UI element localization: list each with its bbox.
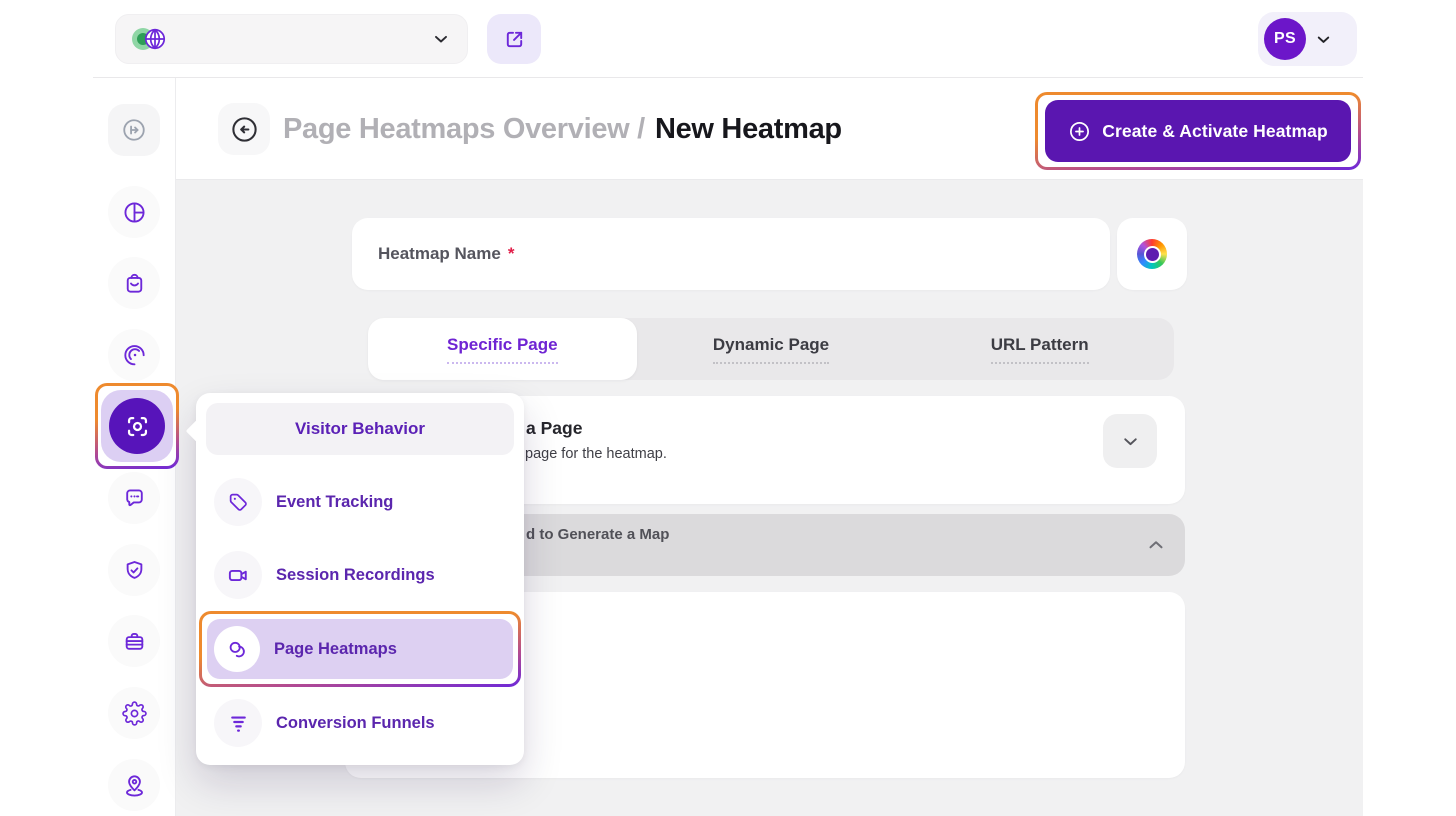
choose-page-description-fragment: page for the heatmap. bbox=[525, 446, 667, 462]
sidebar-item-store[interactable] bbox=[108, 257, 160, 309]
required-asterisk: * bbox=[508, 244, 515, 264]
create-activate-heatmap-button[interactable]: Create & Activate Heatmap bbox=[1045, 100, 1351, 162]
sidebar-item-settings[interactable] bbox=[108, 687, 160, 739]
sidebar-item-dashboard[interactable] bbox=[108, 186, 160, 238]
sidebar-item-feedback[interactable] bbox=[108, 472, 160, 524]
account-menu[interactable]: PS bbox=[1258, 12, 1357, 66]
app-canvas: PS bbox=[0, 0, 1456, 816]
annotation-box-page-heatmaps: Page Heatmaps bbox=[199, 611, 521, 687]
heatmap-name-placeholder: Heatmap Name bbox=[378, 244, 501, 264]
sidebar-item-collapse[interactable] bbox=[108, 104, 160, 156]
external-link-icon bbox=[503, 28, 526, 51]
top-bar: PS bbox=[0, 0, 1456, 77]
chevron-down-icon bbox=[1120, 431, 1141, 452]
back-button[interactable] bbox=[218, 103, 270, 155]
sidebar-item-privacy[interactable] bbox=[108, 544, 160, 596]
site-selector-dropdown[interactable] bbox=[115, 14, 468, 64]
chat-bubble-icon bbox=[122, 486, 147, 511]
menu-item-session-recordings[interactable]: Session Recordings bbox=[214, 551, 506, 599]
sidebar-item-locations[interactable] bbox=[108, 759, 160, 811]
overlapping-circles-icon bbox=[214, 626, 260, 672]
video-camera-icon bbox=[214, 551, 262, 599]
pie-chart-icon bbox=[122, 200, 147, 225]
heatmap-scan-icon bbox=[109, 398, 165, 454]
gear-icon bbox=[122, 701, 147, 726]
menu-item-event-tracking[interactable]: Event Tracking bbox=[214, 478, 506, 526]
tab-url-pattern[interactable]: URL Pattern bbox=[905, 318, 1174, 380]
sidebar-item-projects[interactable] bbox=[108, 615, 160, 667]
sidebar-item-insights[interactable] bbox=[108, 329, 160, 381]
globe-icon bbox=[142, 26, 168, 52]
plus-circle-icon bbox=[1068, 120, 1091, 143]
annotation-box-sidebar-heatmaps bbox=[95, 383, 179, 469]
generate-map-title-fragment: d to Generate a Map bbox=[526, 526, 669, 543]
menu-header: Visitor Behavior bbox=[206, 403, 514, 455]
menu-item-page-heatmaps[interactable]: Page Heatmaps bbox=[207, 619, 513, 679]
color-wheel-icon bbox=[1137, 239, 1167, 269]
choose-page-title-fragment: a Page bbox=[526, 418, 582, 439]
tag-icon bbox=[214, 478, 262, 526]
sidebar-item-heatmaps-active[interactable] bbox=[101, 390, 173, 462]
shield-check-icon bbox=[122, 558, 147, 583]
breadcrumb-parent: Page Heatmaps Overview / bbox=[283, 113, 645, 146]
briefcase-icon bbox=[122, 629, 147, 654]
color-picker-button[interactable] bbox=[1117, 218, 1187, 290]
create-button-label: Create & Activate Heatmap bbox=[1102, 121, 1328, 142]
chevron-down-icon bbox=[1314, 30, 1333, 49]
chevron-down-icon bbox=[431, 29, 451, 49]
open-site-button[interactable] bbox=[487, 14, 541, 64]
annotation-box-create-button: Create & Activate Heatmap bbox=[1035, 92, 1361, 170]
radar-icon bbox=[122, 343, 147, 368]
menu-item-conversion-funnels[interactable]: Conversion Funnels bbox=[214, 699, 506, 747]
avatar: PS bbox=[1264, 18, 1306, 60]
tab-dynamic-page[interactable]: Dynamic Page bbox=[637, 318, 906, 380]
page-type-tabs: Specific Page Dynamic Page URL Pattern bbox=[368, 318, 1174, 380]
collapse-sidebar-icon bbox=[121, 117, 147, 143]
arrow-left-circle-icon bbox=[230, 115, 259, 144]
heatmap-name-input[interactable]: Heatmap Name * bbox=[352, 218, 1110, 290]
breadcrumb: Page Heatmaps Overview / New Heatmap bbox=[283, 78, 842, 180]
visitor-behavior-menu: Visitor Behavior Event Tracking Session … bbox=[196, 393, 524, 765]
choose-page-expand-button[interactable] bbox=[1103, 414, 1157, 468]
shopping-bag-icon bbox=[122, 271, 147, 296]
funnel-icon bbox=[214, 699, 262, 747]
page-title: New Heatmap bbox=[655, 113, 842, 146]
map-pin-icon bbox=[122, 773, 147, 798]
site-status-icons bbox=[132, 26, 168, 52]
tab-specific-page[interactable]: Specific Page bbox=[368, 318, 637, 380]
chevron-up-icon bbox=[1145, 514, 1167, 576]
